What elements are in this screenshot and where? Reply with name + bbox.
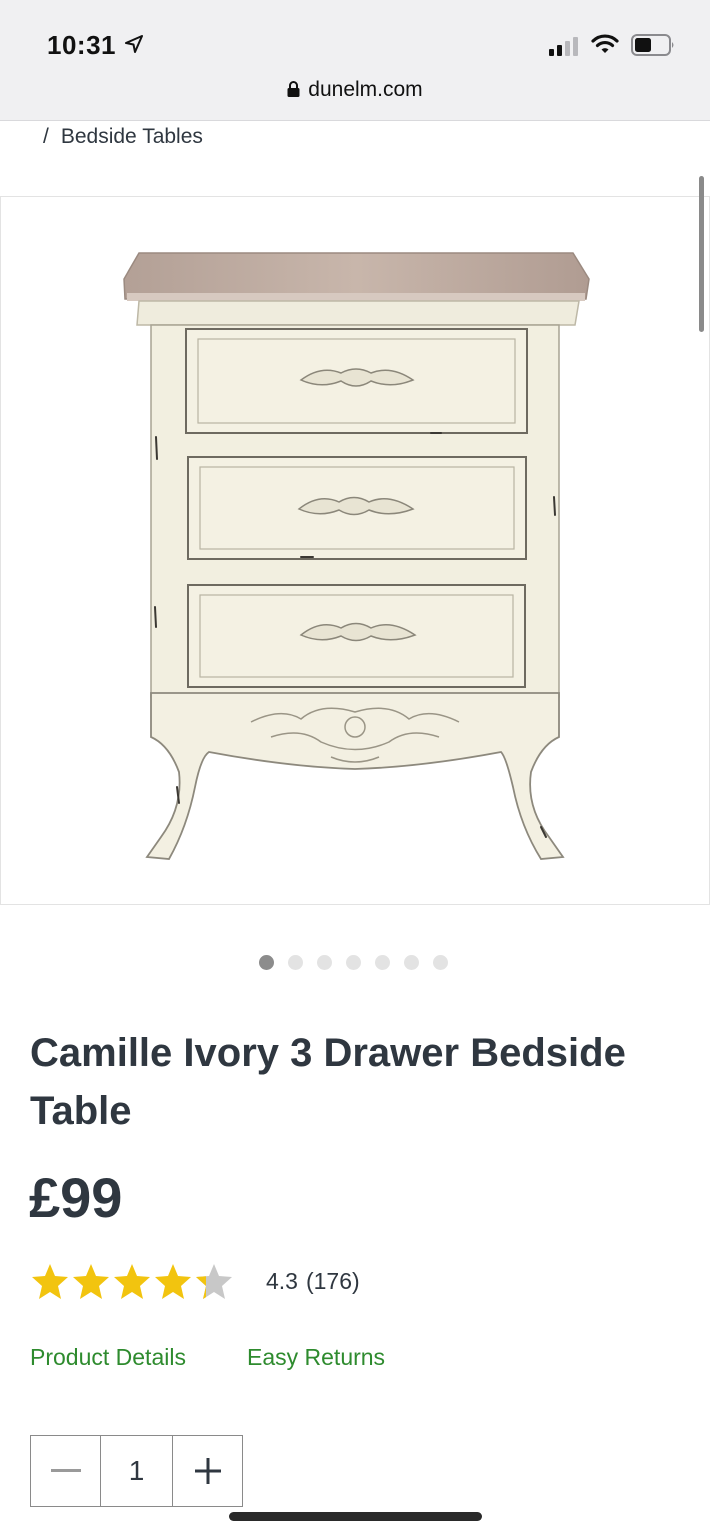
product-image-carousel[interactable] <box>0 196 710 905</box>
product-details-link[interactable]: Product Details <box>30 1344 186 1370</box>
star-icon <box>155 1264 191 1299</box>
browser-header: 10:31 dunelm.com <box>0 0 710 121</box>
breadcrumb-separator: / <box>43 125 49 148</box>
status-time: 10:31 <box>47 30 116 60</box>
plus-icon <box>194 1458 221 1484</box>
star-icon <box>114 1264 150 1299</box>
breadcrumb-current[interactable]: Bedside Tables <box>61 125 203 148</box>
battery-icon <box>631 34 674 56</box>
signal-icon <box>549 36 581 56</box>
location-arrow-icon <box>125 35 143 53</box>
increment-button[interactable] <box>173 1436 242 1506</box>
breadcrumb: / Bedside Tables <box>43 125 203 149</box>
star-icon <box>32 1264 68 1299</box>
minus-icon <box>50 1469 81 1472</box>
star-icon <box>73 1264 109 1299</box>
carousel-dot[interactable] <box>404 955 419 970</box>
wifi-icon <box>591 34 619 53</box>
product-price: £99 <box>29 1166 123 1229</box>
bedside-table-image <box>123 252 590 860</box>
lock-icon <box>287 81 300 97</box>
carousel-dot[interactable] <box>433 955 448 970</box>
page-scrollbar[interactable] <box>699 176 704 332</box>
carousel-dot[interactable] <box>288 955 303 970</box>
carousel-dot[interactable] <box>346 955 361 970</box>
decrement-button[interactable] <box>31 1436 100 1506</box>
easy-returns-link[interactable]: Easy Returns <box>247 1344 385 1371</box>
half-star-icon <box>196 1264 232 1299</box>
home-indicator[interactable] <box>229 1512 482 1521</box>
rating-value: 4.3 <box>266 1268 298 1294</box>
quantity-input[interactable]: 1 <box>100 1436 173 1506</box>
address-bar[interactable]: dunelm.com <box>0 78 710 102</box>
rating-summary[interactable]: 4.3 (176) <box>266 1268 360 1295</box>
carousel-dot[interactable] <box>317 955 332 970</box>
review-count: (176) <box>305 1268 360 1294</box>
carousel-dot[interactable] <box>259 955 274 970</box>
quantity-stepper: 1 <box>30 1435 243 1507</box>
star-rating[interactable] <box>30 1261 240 1303</box>
product-links: Product Details Easy Returns <box>30 1344 385 1371</box>
product-title: Camille Ivory 3 Drawer Bedside Table <box>30 1031 626 1133</box>
url-text: dunelm.com <box>308 78 423 101</box>
carousel-dot[interactable] <box>375 955 390 970</box>
